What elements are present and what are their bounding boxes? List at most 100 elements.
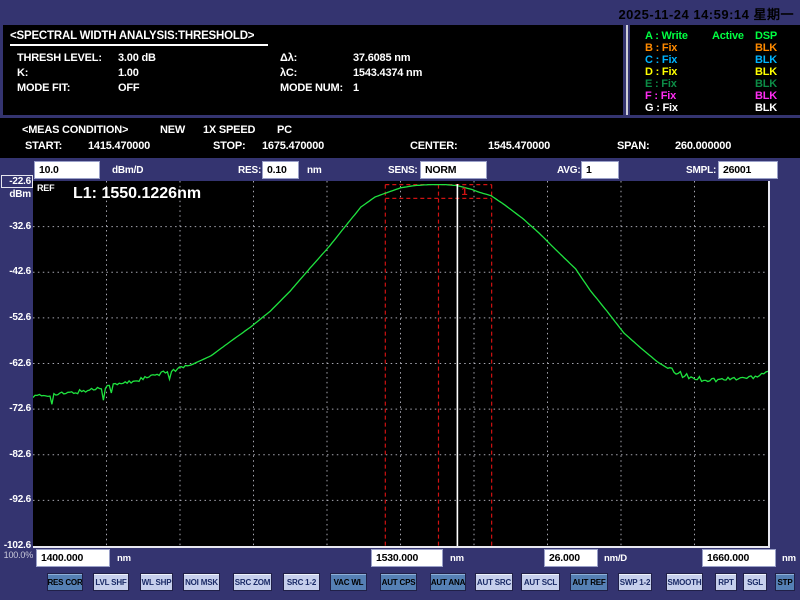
settings-row: 10.0 dBm/D RES: 0.10 nm SENS: NORM AVG: … — [0, 161, 800, 181]
start-value: 1415.470000 — [88, 140, 150, 152]
softkey-sgl[interactable]: SGL — [743, 573, 767, 591]
level-scale-unit: dBm/D — [112, 165, 143, 176]
softkey-noi-msk[interactable]: NOI MSK — [183, 573, 220, 591]
x-start-unit: nm — [117, 553, 131, 564]
delta-lambda-label: Δλ: — [280, 52, 297, 64]
trace-name: F : Fix — [645, 90, 676, 102]
trace-active-flag: Active — [712, 30, 744, 42]
trace-status: BLK — [755, 78, 777, 90]
plot-area: 1 REF L1: 1550.1226nm — [33, 181, 770, 548]
softkey-res-cor[interactable]: RES COR — [47, 573, 83, 591]
trace-name: G : Fix — [645, 102, 678, 114]
trace-row-g[interactable]: G : FixBLK — [630, 102, 800, 114]
osa-screen: 2025-11-24 14:59:14 星期一 <SPECTRAL WIDTH … — [0, 0, 800, 600]
trace-status: BLK — [755, 90, 777, 102]
thresh-level-value: 3.00 dB — [118, 52, 156, 64]
trace-status: BLK — [755, 42, 777, 54]
meas-state: NEW — [160, 124, 185, 136]
smpl-label: SMPL: — [686, 165, 716, 176]
softkey-aut-scl[interactable]: AUT SCL — [521, 573, 560, 591]
softkey-swp-1-2[interactable]: SWP 1-2 — [618, 573, 652, 591]
analysis-panel: <SPECTRAL WIDTH ANALYSIS:THRESHOLD> THRE… — [3, 25, 623, 115]
y-axis-label: -82.6 — [0, 449, 31, 460]
thresh-level-label: THRESH LEVEL: — [17, 52, 102, 64]
y-axis-unit: dBm — [0, 189, 31, 200]
trace-name: B : Fix — [645, 42, 677, 54]
softkey-aut-src[interactable]: AUT SRC — [475, 573, 513, 591]
trace-row-f[interactable]: F : Fix BLK — [630, 90, 800, 102]
y-axis-label: -92.6 — [0, 494, 31, 505]
trace-row-a[interactable]: A : Write Active DSP — [630, 30, 800, 42]
res-field[interactable]: 0.10 — [263, 162, 298, 178]
smpl-field[interactable]: 26001 — [719, 162, 777, 178]
x-stop-field[interactable]: 1660.000 — [703, 550, 775, 566]
softkey-aut-ref[interactable]: AUT REF — [570, 573, 608, 591]
k-label: K: — [17, 67, 28, 79]
res-unit: nm — [307, 165, 322, 176]
x-center-field[interactable]: 1530.000 — [372, 550, 442, 566]
softkey-aut-cps[interactable]: AUT CPS — [380, 573, 417, 591]
sens-field[interactable]: NORM — [421, 162, 486, 178]
x-start-field[interactable]: 1400.000 — [37, 550, 109, 566]
res-label: RES: — [238, 165, 261, 176]
analysis-title: <SPECTRAL WIDTH ANALYSIS:THRESHOLD> — [10, 30, 268, 46]
trace-row-d[interactable]: D : Fix BLK — [630, 66, 800, 78]
l1-marker-number: 1 — [461, 186, 467, 198]
x-scale-field[interactable]: 26.000 — [545, 550, 597, 566]
avg-label: AVG: — [557, 165, 580, 176]
level-scale-field[interactable]: 10.0 — [35, 162, 99, 178]
mode-fit-label: MODE FIT: — [17, 82, 70, 94]
avg-field[interactable]: 1 — [582, 162, 618, 178]
x-scale-unit: nm/D — [604, 553, 627, 564]
trace-name: C : Fix — [645, 54, 677, 66]
trace-name: E : Fix — [645, 78, 677, 90]
meas-title: <MEAS CONDITION> — [22, 124, 128, 136]
meas-speed: 1X SPEED — [203, 124, 255, 136]
meas-mode: PC — [277, 124, 292, 136]
softkey-smooth[interactable]: SMOOTH — [666, 573, 703, 591]
trace-status: DSP — [755, 30, 777, 42]
stop-label: STOP: — [213, 140, 245, 152]
trace-name: D : Fix — [645, 66, 677, 78]
start-label: START: — [25, 140, 62, 152]
y-axis-label: -42.6 — [0, 266, 31, 277]
x-axis-row: 1400.000 nm 1530.000 nm 26.000 nm/D 1660… — [0, 548, 800, 570]
softkey-src-1-2[interactable]: SRC 1-2 — [283, 573, 320, 591]
softkey-wl-shp[interactable]: WL SHP — [140, 573, 173, 591]
delta-lambda-value: 37.6085 nm — [353, 52, 410, 64]
mode-num-label: MODE NUM: — [280, 82, 343, 94]
trace-status: BLK — [755, 54, 777, 66]
softkey-vac-wl[interactable]: VAC WL — [330, 573, 367, 591]
stop-value: 1675.470000 — [262, 140, 324, 152]
softkey-toolbar: RES COR LVL SHF WL SHP NOI MSK SRC ZOM SRC 1-… — [0, 570, 800, 600]
softkey-stp[interactable]: STP — [775, 573, 795, 591]
y-axis-label: -72.6 — [0, 403, 31, 414]
trace-panel-separator — [626, 25, 628, 115]
trace-status: BLK — [755, 66, 777, 78]
mode-num-value: 1 — [353, 82, 359, 94]
softkey-aut-ana[interactable]: AUT ANA — [430, 573, 466, 591]
lambda-c-label: λC: — [280, 67, 297, 79]
span-label: SPAN: — [617, 140, 649, 152]
l1-marker-readout: L1: 1550.1226nm — [73, 185, 201, 203]
ref-marker-label: REF — [37, 183, 54, 193]
meas-condition-panel: <MEAS CONDITION> NEW 1X SPEED PC START: … — [0, 118, 800, 158]
softkey-src-zom[interactable]: SRC ZOM — [233, 573, 272, 591]
datetime-display: 2025-11-24 14:59:14 星期一 — [618, 4, 794, 23]
softkey-lvl-shf[interactable]: LVL SHF — [93, 573, 129, 591]
trace-row-c[interactable]: C : Fix BLK — [630, 54, 800, 66]
spectrum-chart: 1 — [33, 181, 768, 546]
x-stop-unit: nm — [782, 553, 796, 564]
softkey-rpt[interactable]: RPT — [715, 573, 737, 591]
mode-fit-value: OFF — [118, 82, 139, 94]
y-axis-label: -32.6 — [0, 221, 31, 232]
trace-list: A : WriteActiveDSPB : FixBLKC : FixBLKD … — [630, 25, 800, 115]
trace-row-b[interactable]: B : Fix BLK — [630, 42, 800, 54]
trace-row-e[interactable]: E : Fix BLK — [630, 78, 800, 90]
y-axis-label: -52.6 — [0, 312, 31, 323]
trace-name: A : Write — [645, 30, 688, 42]
x-center-unit: nm — [450, 553, 464, 564]
k-value: 1.00 — [118, 67, 139, 79]
y-axis-label: -62.6 — [0, 358, 31, 369]
sens-label: SENS: — [388, 165, 418, 176]
